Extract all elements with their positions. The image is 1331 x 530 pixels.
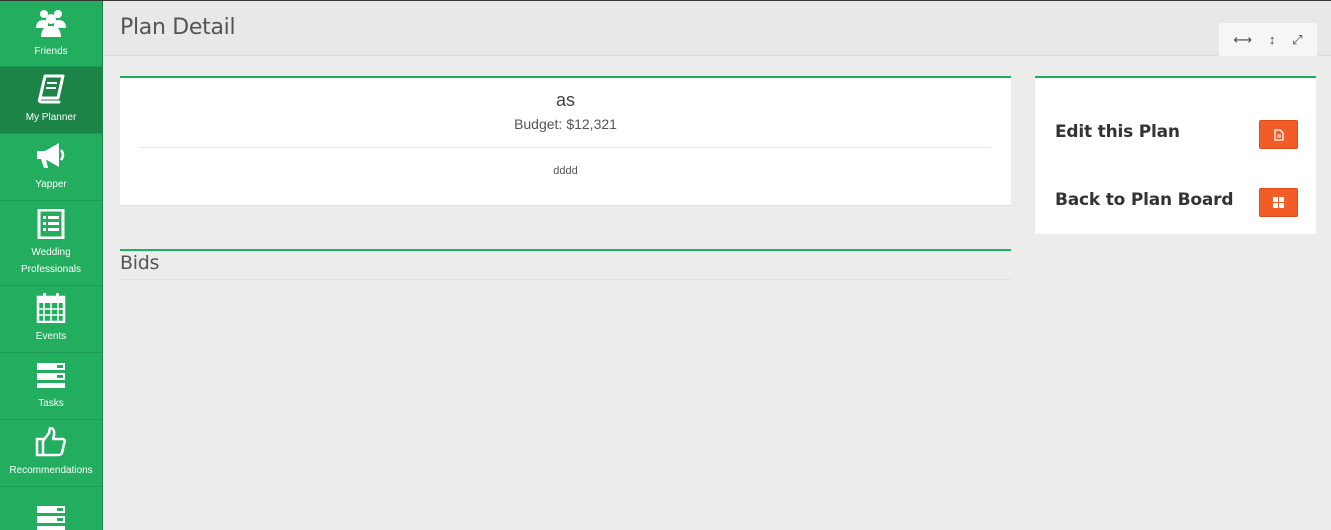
sidebar-item-tasks[interactable]: Tasks — [0, 353, 102, 420]
back-to-board-label: Back to Plan Board — [1055, 189, 1234, 210]
bids-title: Bids — [120, 252, 160, 274]
resize-vertical-icon[interactable]: ↕ — [1269, 33, 1276, 46]
book-icon — [37, 74, 65, 104]
thumbs-up-icon — [35, 427, 67, 457]
list-icon — [37, 208, 65, 239]
sidebar: Friends My Planner Yapper Wedding Profes… — [0, 1, 103, 530]
back-to-board-row: Back to Plan Board — [1055, 182, 1298, 217]
sidebar-item-label: Friends — [34, 45, 68, 57]
back-to-board-button[interactable] — [1259, 188, 1298, 217]
calendar-icon — [36, 293, 66, 323]
document-icon — [1273, 128, 1284, 141]
sidebar-item-label: Events — [35, 331, 67, 342]
page-title: Plan Detail — [120, 15, 236, 40]
sidebar-item-more[interactable] — [0, 487, 102, 530]
window-controls: ⟷ ↕ ⤢ — [1219, 23, 1317, 56]
plan-name: as — [555, 90, 575, 110]
sidebar-item-label: Yapper — [35, 179, 67, 190]
friends-icon — [36, 9, 66, 37]
budget-value: $12,321 — [566, 116, 617, 132]
sidebar-item-label: Recommendations — [9, 465, 93, 476]
plan-card: as Budget: $12,321 dddd — [120, 76, 1011, 206]
sidebar-item-wedding-professionals[interactable]: Wedding Professionals — [0, 201, 102, 286]
page-header: Plan Detail ⟷ ↕ ⤢ — [104, 1, 1331, 56]
sidebar-item-my-planner[interactable]: My Planner — [0, 67, 102, 134]
divider — [140, 147, 991, 148]
sidebar-item-events[interactable]: Events — [0, 286, 102, 353]
grid-icon — [1273, 197, 1284, 208]
sidebar-item-label: Wedding Professionals — [20, 246, 82, 275]
bids-section: Bids — [120, 249, 1011, 280]
tasks-icon — [37, 505, 65, 530]
megaphone-icon — [37, 143, 65, 168]
fullscreen-icon[interactable]: ⤢ — [1292, 33, 1302, 46]
plan-actions-card: Edit this Plan Back to Plan Board — [1035, 76, 1316, 234]
sidebar-item-recommendations[interactable]: Recommendations — [0, 420, 102, 487]
resize-horizontal-icon[interactable]: ⟷ — [1233, 33, 1252, 46]
tasks-icon — [37, 363, 65, 388]
sidebar-item-label: Tasks — [38, 398, 64, 409]
plan-description: dddd — [553, 165, 578, 177]
edit-plan-label: Edit this Plan — [1055, 121, 1180, 142]
sidebar-item-yapper[interactable]: Yapper — [0, 134, 102, 201]
edit-plan-button[interactable] — [1259, 120, 1298, 149]
sidebar-item-friends[interactable]: Friends — [0, 1, 102, 67]
sidebar-item-label: My Planner — [25, 112, 77, 123]
budget-label: Budget: — [514, 116, 563, 132]
plan-budget: Budget: $12,321 — [120, 116, 1011, 132]
edit-plan-row: Edit this Plan — [1055, 114, 1298, 149]
